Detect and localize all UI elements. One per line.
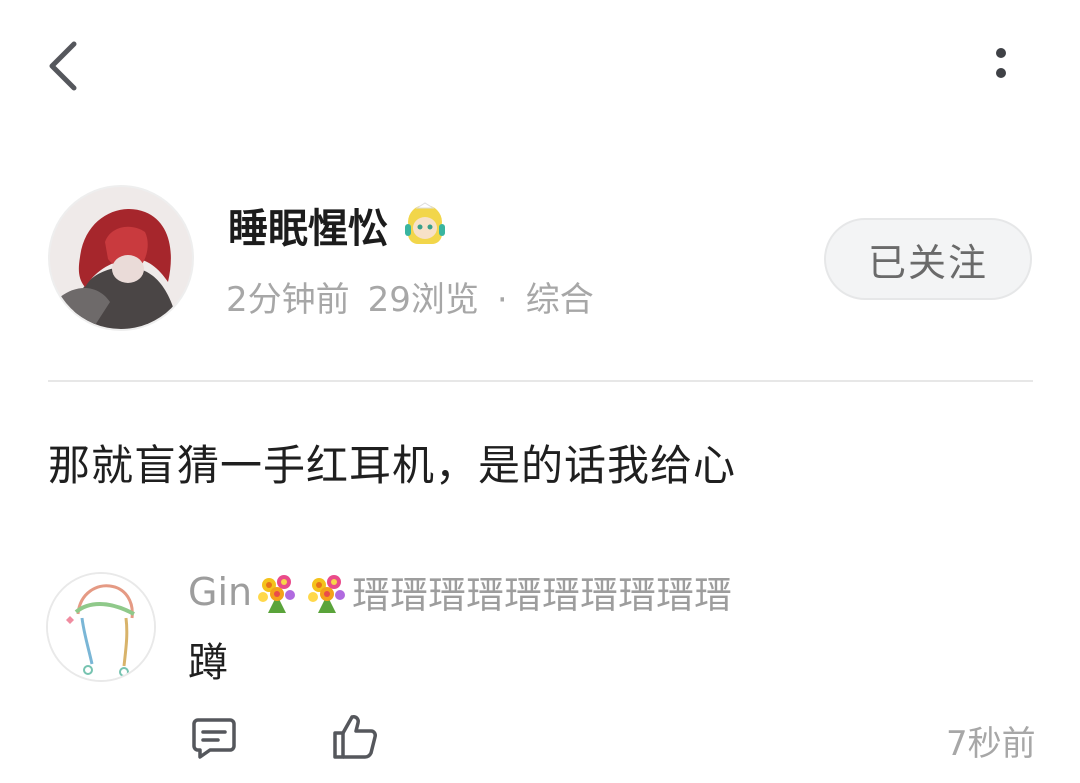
avatar-image: [50, 187, 192, 329]
post-time: 2分钟前: [226, 280, 350, 320]
post-content: 那就盲猜一手红耳机，是的话我给心: [48, 441, 737, 490]
thumbs-up-icon: [333, 715, 377, 759]
follow-button[interactable]: 已关注: [824, 218, 1032, 300]
commenter-avatar[interactable]: [46, 572, 156, 682]
post-meta: 2分钟前 29浏览 · 综合: [226, 272, 594, 321]
chevron-left-icon: [49, 41, 77, 91]
comment-icon: [192, 718, 236, 759]
more-options-button[interactable]: [976, 40, 1026, 92]
post-category[interactable]: 综合: [526, 280, 594, 320]
divider: [48, 380, 1033, 382]
chibi-avatar-badge-icon: [400, 200, 450, 250]
bouquet-icon: [254, 569, 300, 615]
like-button[interactable]: [331, 713, 379, 761]
back-button[interactable]: [40, 36, 92, 96]
commenter-name-row[interactable]: Gin 瑨瑨瑨瑨瑨瑨瑨瑨瑨瑨: [188, 564, 732, 619]
bouquet-icon: [304, 569, 350, 615]
meta-separator: ·: [496, 280, 508, 320]
author-avatar[interactable]: [48, 185, 194, 331]
comment-time: 7秒前: [946, 724, 1036, 764]
comment-text: 蹲: [188, 640, 228, 686]
commenter-name-suffix: 瑨瑨瑨瑨瑨瑨瑨瑨瑨瑨: [352, 573, 733, 617]
author-name-row[interactable]: 睡眠惺忪: [228, 196, 450, 254]
avatar-image: [48, 574, 154, 680]
commenter-name-prefix: Gin: [188, 569, 253, 614]
reply-button[interactable]: [190, 714, 238, 762]
post-views: 29浏览: [367, 280, 479, 320]
author-name[interactable]: 睡眠惺忪: [228, 196, 388, 254]
